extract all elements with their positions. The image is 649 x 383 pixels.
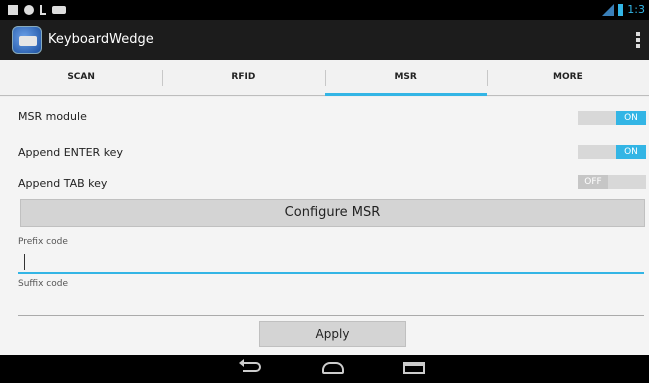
append-tab-label: Append TAB key xyxy=(18,177,108,190)
back-icon[interactable] xyxy=(239,359,261,372)
status-bar: 1:3 xyxy=(0,0,649,20)
append-enter-toggle-state: ON xyxy=(616,145,646,159)
tab-bar: SCAN RFID MSR MORE xyxy=(0,60,649,96)
text-cursor xyxy=(24,254,25,270)
append-tab-toggle-state: OFF xyxy=(578,175,608,189)
apply-button[interactable]: Apply xyxy=(259,321,406,347)
keyboard-app-icon[interactable] xyxy=(12,26,42,54)
append-tab-toggle[interactable]: OFF xyxy=(578,175,646,189)
battery-icon xyxy=(618,3,624,16)
message-icon xyxy=(52,6,66,14)
tab-scan[interactable]: SCAN xyxy=(0,60,162,95)
recent-apps-icon[interactable] xyxy=(403,362,425,374)
app-title: KeyboardWedge xyxy=(48,32,154,47)
usb-icon xyxy=(40,5,46,15)
suffix-code-input[interactable] xyxy=(18,294,644,316)
tab-msr[interactable]: MSR xyxy=(324,60,488,96)
notification-icon xyxy=(8,5,18,15)
suffix-code-label: Suffix code xyxy=(18,279,69,289)
msr-module-label: MSR module xyxy=(18,110,87,123)
tab-more[interactable]: MORE xyxy=(486,60,649,95)
msr-module-toggle[interactable]: ON xyxy=(578,111,646,125)
action-bar: KeyboardWedge xyxy=(0,20,649,60)
append-enter-label: Append ENTER key xyxy=(18,146,123,159)
settings-content: MSR module ON Append ENTER key ON Append… xyxy=(0,97,649,355)
navigation-bar xyxy=(0,355,649,383)
prefix-code-label: Prefix code xyxy=(18,237,68,247)
globe-icon xyxy=(24,5,34,15)
status-time: 1:3 xyxy=(627,3,645,16)
overflow-menu-icon[interactable] xyxy=(636,32,640,48)
configure-msr-button[interactable]: Configure MSR xyxy=(20,199,645,227)
tab-rfid[interactable]: RFID xyxy=(162,60,324,95)
prefix-code-input[interactable] xyxy=(18,252,644,274)
append-enter-toggle[interactable]: ON xyxy=(578,145,646,159)
msr-module-toggle-state: ON xyxy=(616,111,646,125)
home-icon[interactable] xyxy=(322,362,344,374)
signal-icon xyxy=(602,3,615,16)
